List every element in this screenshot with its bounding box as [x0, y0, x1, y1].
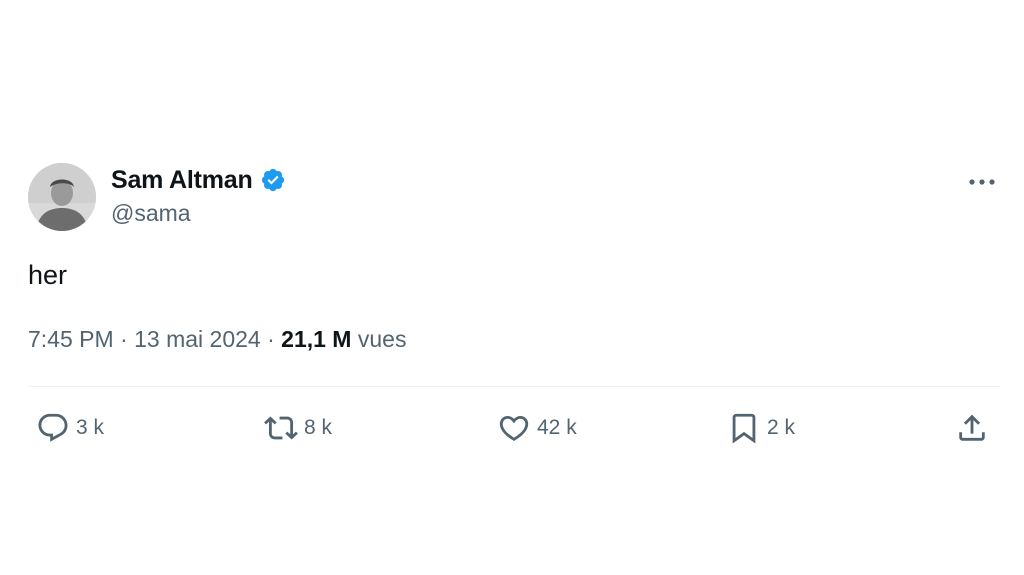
bookmark-count: 2 k [767, 416, 796, 439]
author-name-row[interactable]: Sam Altman [111, 164, 286, 196]
meta-separator: · [120, 326, 128, 352]
more-options-button[interactable] [962, 168, 1002, 196]
retweet-button[interactable]: 8 k [264, 410, 332, 446]
reply-button[interactable]: 3 k [36, 410, 104, 446]
views-count[interactable]: 21,1 M [281, 326, 351, 352]
avatar-photo [28, 163, 96, 231]
verified-badge-icon[interactable] [260, 167, 286, 193]
reply-count: 3 k [76, 416, 105, 439]
tweet-date[interactable]: 13 mai 2024 [134, 326, 261, 352]
like-button[interactable]: 42 k [497, 410, 577, 446]
views-label: vues [357, 326, 407, 352]
divider [28, 386, 1000, 387]
like-count: 42 k [537, 416, 577, 439]
avatar[interactable] [28, 163, 96, 231]
tweet-meta: 7:45 PM · 13 mai 2024 · 21,1 M vues [28, 326, 406, 353]
reply-icon [38, 413, 68, 442]
author-handle[interactable]: @sama [111, 200, 191, 227]
tweet-card: Sam Altman @sama her 7:45 PM · 13 mai 20… [0, 0, 1024, 575]
retweet-count: 8 k [304, 416, 333, 439]
display-name[interactable]: Sam Altman [111, 166, 253, 195]
retweet-icon [264, 416, 298, 440]
meta-separator-2: · [267, 326, 275, 352]
more-horizontal-icon [969, 179, 995, 185]
tweet-time[interactable]: 7:45 PM [28, 326, 114, 352]
tweet-text: her [28, 260, 68, 290]
share-button[interactable] [955, 410, 989, 446]
bookmark-icon [732, 413, 756, 444]
share-icon [959, 414, 985, 441]
bookmark-button[interactable]: 2 k [727, 410, 795, 446]
heart-icon [499, 415, 529, 441]
